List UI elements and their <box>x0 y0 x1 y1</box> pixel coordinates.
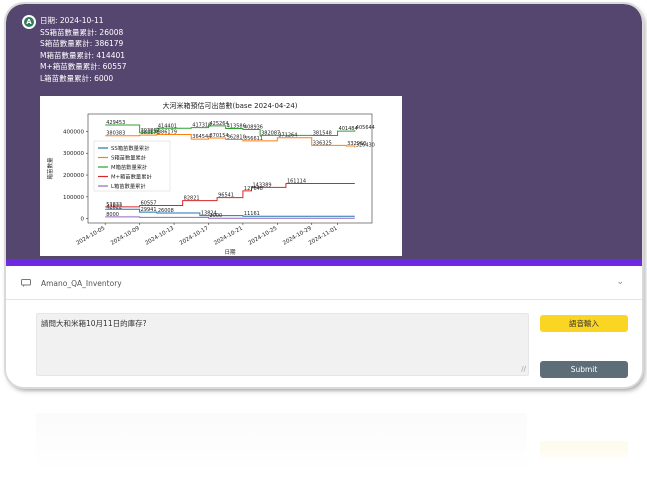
x-tick-label: 2024-11-01 <box>308 226 339 247</box>
data-label: 405644 <box>356 125 375 131</box>
data-label: 161114 <box>287 179 306 185</box>
data-label: 356611 <box>244 136 263 142</box>
data-label: 429453 <box>106 120 125 126</box>
data-label: 380383 <box>106 131 125 137</box>
data-label: 42822 <box>106 204 122 210</box>
legend-label: SS箱苗數量累計 <box>111 144 150 152</box>
data-label: 82821 <box>184 196 200 202</box>
inventory-chart: 大河米箱預估可出苗數(base 2024-04-24) 0 100000 200000… <box>40 96 402 256</box>
app-window: A 日期: 2024-10-11 SS箱苗數量累計: 26008 S箱苗數量累計… <box>6 4 642 387</box>
data-label: 2000 <box>209 213 222 219</box>
voice-input-button[interactable]: 語音輸入 <box>540 315 628 332</box>
y-tick-label: 400000 <box>63 129 84 135</box>
accordion-title: Amano_QA_Inventory <box>41 279 122 288</box>
submit-button[interactable]: Submit <box>540 361 628 378</box>
data-label: 414401 <box>158 123 177 129</box>
data-label: 386179 <box>158 129 177 135</box>
message-line: M+箱苗數量累計: 60557 <box>40 62 127 71</box>
y-tick-label: 100000 <box>63 195 84 201</box>
x-tick-label: 2024-10-25 <box>248 225 279 246</box>
data-label: 8000 <box>106 212 119 218</box>
x-tick-label: 2024-10-17 <box>179 225 210 246</box>
y-axis-label: 箱苗數量 <box>46 157 54 180</box>
accordion-header[interactable]: Amano_QA_Inventory ⌄ <box>6 266 642 300</box>
message-line: 日期: 2024-10-11 <box>40 16 104 25</box>
x-tick-label: 2024-10-21 <box>213 226 244 247</box>
message-line: S箱苗數量累計: 386179 <box>40 39 124 48</box>
message-line: M箱苗數量累計: 414401 <box>40 50 126 60</box>
data-label: 26008 <box>158 208 174 214</box>
y-tick-label: 200000 <box>63 173 84 179</box>
message-line: L箱苗數量累計: 6000 <box>40 73 114 83</box>
data-label: 143389 <box>253 182 272 188</box>
legend-label: M+箱苗數量累計 <box>111 173 152 181</box>
accent-bar <box>6 259 642 266</box>
data-label: 11161 <box>244 211 260 217</box>
y-tick-label: 300000 <box>63 151 84 157</box>
chart-svg: 大河米箱預估可出苗數(base 2024-04-24) 0 100000 200000… <box>46 101 375 256</box>
legend-label: M箱苗數量累計 <box>111 163 148 171</box>
bot-avatar: A <box>22 15 36 29</box>
question-input[interactable]: 請問大和米箱10月11日的庫存? ∕∕ <box>36 313 529 376</box>
chatbot-panel: A 日期: 2024-10-11 SS箱苗數量累計: 26008 S箱苗數量累計… <box>6 4 642 259</box>
legend-label: S箱苗數量累計 <box>111 154 147 162</box>
data-label: 60557 <box>141 200 157 206</box>
data-label: 326430 <box>356 142 375 148</box>
data-label: 96541 <box>218 193 234 199</box>
bot-message: 日期: 2024-10-11 SS箱苗數量累計: 26008 S箱苗數量累計: … <box>40 15 127 84</box>
legend-label: L箱苗數量累計 <box>111 182 146 190</box>
message-line: SS箱苗數量累計: 26008 <box>40 27 124 37</box>
y-tick-label: 0 <box>81 217 85 223</box>
data-label: 29941 <box>141 207 157 213</box>
chat-bubble-icon <box>21 279 31 287</box>
x-tick-label: 2024-10-09 <box>110 225 141 246</box>
x-tick-label: 2024-10-13 <box>144 225 175 246</box>
x-axis-label: 日期 <box>224 249 236 256</box>
chevron-down-icon[interactable]: ⌄ <box>616 277 624 287</box>
reflection-fade <box>0 392 647 493</box>
chart-title: 大河米箱預估可出苗數(base 2024-04-24) <box>162 101 297 110</box>
input-area: Amano_QA_Inventory ⌄ 請問大和米箱10月11日的庫存? ∕∕… <box>6 266 642 387</box>
data-label: 381548 <box>313 130 332 136</box>
x-tick-label: 2024-10-05 <box>76 225 107 246</box>
resize-handle-icon[interactable]: ∕∕ <box>521 365 526 373</box>
data-label: 336325 <box>313 140 332 146</box>
question-text: 請問大和米箱10月11日的庫存? <box>41 319 147 328</box>
data-label: 371264 <box>278 133 297 139</box>
